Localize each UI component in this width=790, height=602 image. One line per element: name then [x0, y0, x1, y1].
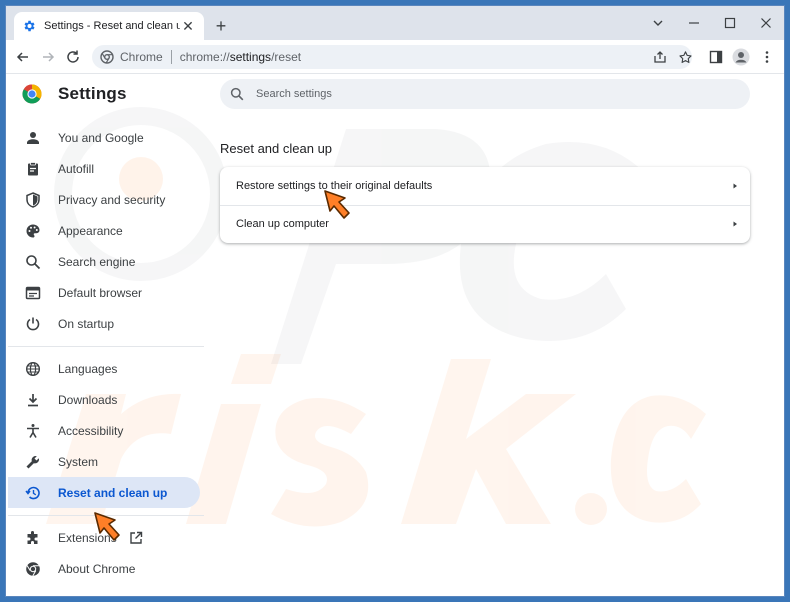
palette-icon	[24, 222, 42, 240]
clipboard-icon	[24, 160, 42, 178]
sidebar-item-label: Reset and clean up	[58, 485, 168, 500]
sidebar-item-appearance[interactable]: Appearance	[8, 215, 200, 246]
settings-page: Settings Search settings You and Google …	[6, 74, 784, 596]
power-icon	[24, 315, 42, 333]
accessibility-icon	[24, 422, 42, 440]
search-icon	[230, 87, 244, 101]
wrench-icon	[24, 453, 42, 471]
omnibox-separator	[170, 50, 172, 64]
maximize-icon[interactable]	[712, 6, 748, 40]
sidebar-item-languages[interactable]: Languages	[8, 353, 200, 384]
external-link-icon	[129, 531, 143, 545]
sidebar-item-label: Downloads	[58, 392, 118, 407]
kebab-menu-icon[interactable]	[755, 45, 779, 69]
back-arrow-icon[interactable]	[11, 45, 35, 69]
address-bar[interactable]: Chrome chrome://settings/reset	[92, 45, 692, 69]
gear-icon	[22, 19, 36, 33]
restore-defaults-row[interactable]: Restore settings to their original defau…	[220, 167, 750, 205]
tab-strip: Settings - Reset and clean up ✕ +	[6, 6, 784, 40]
sidebar-item-privacy-and-security[interactable]: Privacy and security	[8, 184, 200, 215]
url-host: settings	[229, 50, 272, 64]
sidebar-item-autofill[interactable]: Autofill	[8, 153, 200, 184]
browser-window: Settings - Reset and clean up ✕ + Chrome…	[6, 6, 784, 596]
sidebar-item-label: You and Google	[58, 130, 144, 145]
close-tab-icon[interactable]: ✕	[180, 18, 196, 34]
browser-icon	[24, 284, 42, 302]
sidebar-item-you-and-google[interactable]: You and Google	[8, 122, 200, 153]
arrow-right-icon	[720, 220, 750, 228]
sidebar-item-on-startup[interactable]: On startup	[8, 308, 200, 339]
sidebar-item-about-chrome[interactable]: About Chrome	[8, 553, 200, 584]
sidebar-item-label: About Chrome	[58, 561, 136, 576]
sidebar-item-label: Default browser	[58, 285, 143, 300]
search-placeholder: Search settings	[256, 88, 332, 100]
sidebar-item-system[interactable]: System	[8, 446, 200, 477]
sidebar-item-accessibility[interactable]: Accessibility	[8, 415, 200, 446]
bookmark-star-icon[interactable]	[673, 45, 697, 69]
tab-search-icon[interactable]	[640, 6, 676, 40]
side-panel-icon[interactable]	[704, 45, 728, 69]
sidebar-item-label: System	[58, 454, 99, 469]
sidebar-divider	[8, 346, 204, 347]
restore-icon	[24, 484, 42, 502]
sidebar-item-label: Privacy and security	[58, 192, 166, 207]
url-text: chrome://settings/reset	[180, 50, 301, 64]
section-title: Reset and clean up	[220, 141, 333, 156]
chrome-icon	[24, 560, 42, 578]
settings-header: Settings	[22, 84, 127, 104]
chrome-logo-icon	[22, 84, 42, 104]
site-label: Chrome	[120, 50, 163, 64]
puzzle-icon	[24, 529, 42, 547]
toolbar: Chrome chrome://settings/reset	[6, 40, 784, 74]
page-title: Settings	[58, 84, 127, 103]
forward-arrow-icon[interactable]	[36, 45, 60, 69]
globe-icon	[24, 360, 42, 378]
sidebar-item-label: Accessibility	[58, 423, 124, 438]
pointer-arrow-icon	[94, 512, 120, 541]
reload-icon[interactable]	[61, 45, 85, 69]
tab-settings[interactable]: Settings - Reset and clean up ✕	[14, 12, 204, 40]
share-icon[interactable]	[648, 45, 672, 69]
sidebar-item-label: Autofill	[58, 161, 95, 176]
close-window-icon[interactable]	[748, 6, 784, 40]
search-input[interactable]: Search settings	[220, 79, 750, 109]
pointer-arrow-icon	[324, 190, 350, 219]
row-label: Restore settings to their original defau…	[236, 180, 433, 192]
clean-up-computer-row[interactable]: Clean up computer	[220, 205, 750, 243]
shield-icon	[24, 191, 42, 209]
sidebar-item-label: Search engine	[58, 254, 136, 269]
minimize-icon[interactable]	[676, 6, 712, 40]
url-path: /reset	[271, 50, 302, 64]
tab-title: Settings - Reset and clean up	[44, 20, 180, 32]
chrome-site-icon	[100, 50, 114, 64]
sidebar-item-search-engine[interactable]: Search engine	[8, 246, 200, 277]
new-tab-button[interactable]: +	[210, 15, 232, 37]
download-icon	[24, 391, 42, 409]
arrow-right-icon	[720, 182, 750, 190]
row-label: Clean up computer	[236, 218, 329, 230]
sidebar-item-downloads[interactable]: Downloads	[8, 384, 200, 415]
sidebar-item-label: Languages	[58, 361, 118, 376]
person-icon	[24, 129, 42, 147]
sidebar-item-default-browser[interactable]: Default browser	[8, 277, 200, 308]
sidebar-item-reset-and-clean-up[interactable]: Reset and clean up	[8, 477, 200, 508]
sidebar-item-label: Appearance	[58, 223, 123, 238]
reset-card: Restore settings to their original defau…	[220, 167, 750, 243]
profile-avatar-icon[interactable]	[729, 45, 753, 69]
sidebar-item-label: On startup	[58, 316, 115, 331]
url-prefix: chrome://	[179, 50, 230, 64]
search-icon	[24, 253, 42, 271]
